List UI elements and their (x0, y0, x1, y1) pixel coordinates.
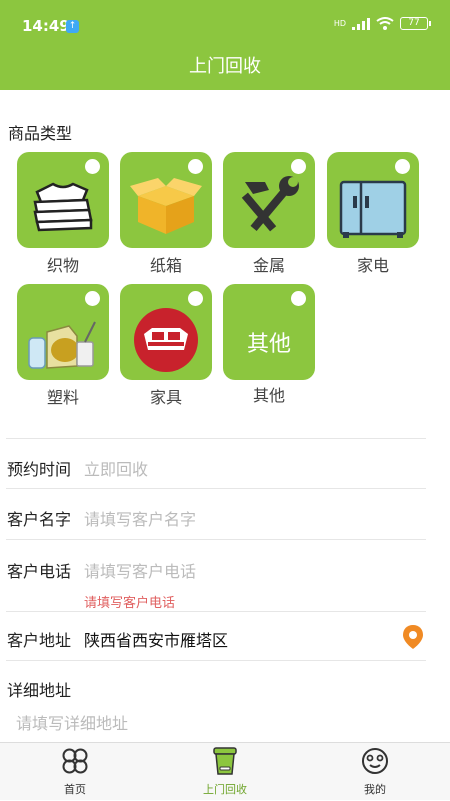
tile-text-other: 其他 (246, 332, 291, 357)
status-bar: 14:49 ↑ HD 77 (0, 0, 450, 44)
detail-address-label: 详细地址 (7, 681, 72, 700)
network-type: HD (333, 19, 346, 28)
category-tile-carton[interactable] (120, 152, 212, 248)
phone-error-text: 请填写客户电话 (84, 596, 176, 611)
bottles-icon (28, 321, 96, 369)
bottom-tab-bar: 首页 上门回收 我的 (0, 742, 450, 800)
name-input[interactable]: 请填写客户名字 (84, 506, 196, 530)
tab-label: 上门回收 (203, 783, 247, 796)
battery-level: 77 (408, 18, 420, 28)
divider (6, 438, 426, 439)
category-tile-plastic[interactable] (17, 284, 109, 380)
tab-recycle[interactable]: 上门回收 (170, 743, 280, 801)
name-label: 客户名字 (7, 510, 72, 529)
status-time: 14:49 (22, 17, 70, 35)
wifi-icon (376, 17, 394, 30)
smile-icon (362, 748, 388, 774)
sofa-icon (134, 308, 198, 372)
category-label: 金属 (252, 256, 285, 275)
category-label: 家电 (356, 256, 389, 275)
recycle-bin-icon (213, 747, 237, 775)
clover-icon (62, 748, 88, 774)
tab-label: 首页 (64, 783, 86, 796)
page-title: 上门回收 (0, 44, 450, 90)
divider (6, 539, 426, 540)
clothes-icon (33, 182, 93, 232)
category-label: 纸箱 (149, 256, 182, 275)
signal-icon (352, 17, 370, 30)
time-label: 预约时间 (7, 460, 72, 479)
category-tile-furniture[interactable] (120, 284, 212, 380)
fridge-icon (339, 180, 407, 238)
divider (6, 611, 426, 612)
upload-icon: ↑ (66, 20, 79, 33)
address-value[interactable]: 陕西省西安市雁塔区 (84, 627, 228, 651)
tab-home[interactable]: 首页 (20, 743, 130, 801)
category-tile-appliance[interactable] (327, 152, 419, 248)
tab-label: 我的 (364, 783, 386, 796)
tools-icon (241, 176, 299, 232)
address-label: 客户地址 (7, 631, 72, 650)
category-tile-textile[interactable] (17, 152, 109, 248)
category-tile-other[interactable]: 其他 (223, 284, 315, 380)
divider (6, 488, 426, 489)
time-value[interactable]: 立即回收 (84, 456, 148, 480)
category-label: 其他 (252, 386, 285, 405)
radio-icon[interactable] (291, 291, 306, 306)
box-icon (130, 178, 202, 234)
category-label: 塑料 (46, 388, 79, 407)
category-title: 商品类型 (8, 124, 73, 143)
phone-label: 客户电话 (7, 562, 72, 581)
status-icons: HD 77 (333, 17, 431, 30)
divider (6, 660, 426, 661)
category-label: 织物 (46, 256, 79, 275)
location-pin-icon[interactable] (402, 624, 424, 650)
category-tile-metal[interactable] (223, 152, 315, 248)
battery-icon: 77 (400, 17, 431, 30)
detail-address-input[interactable]: 请填写详细地址 (16, 710, 128, 734)
tab-mine[interactable]: 我的 (320, 743, 430, 801)
category-label: 家具 (149, 388, 182, 407)
phone-input[interactable]: 请填写客户电话 (84, 558, 196, 582)
